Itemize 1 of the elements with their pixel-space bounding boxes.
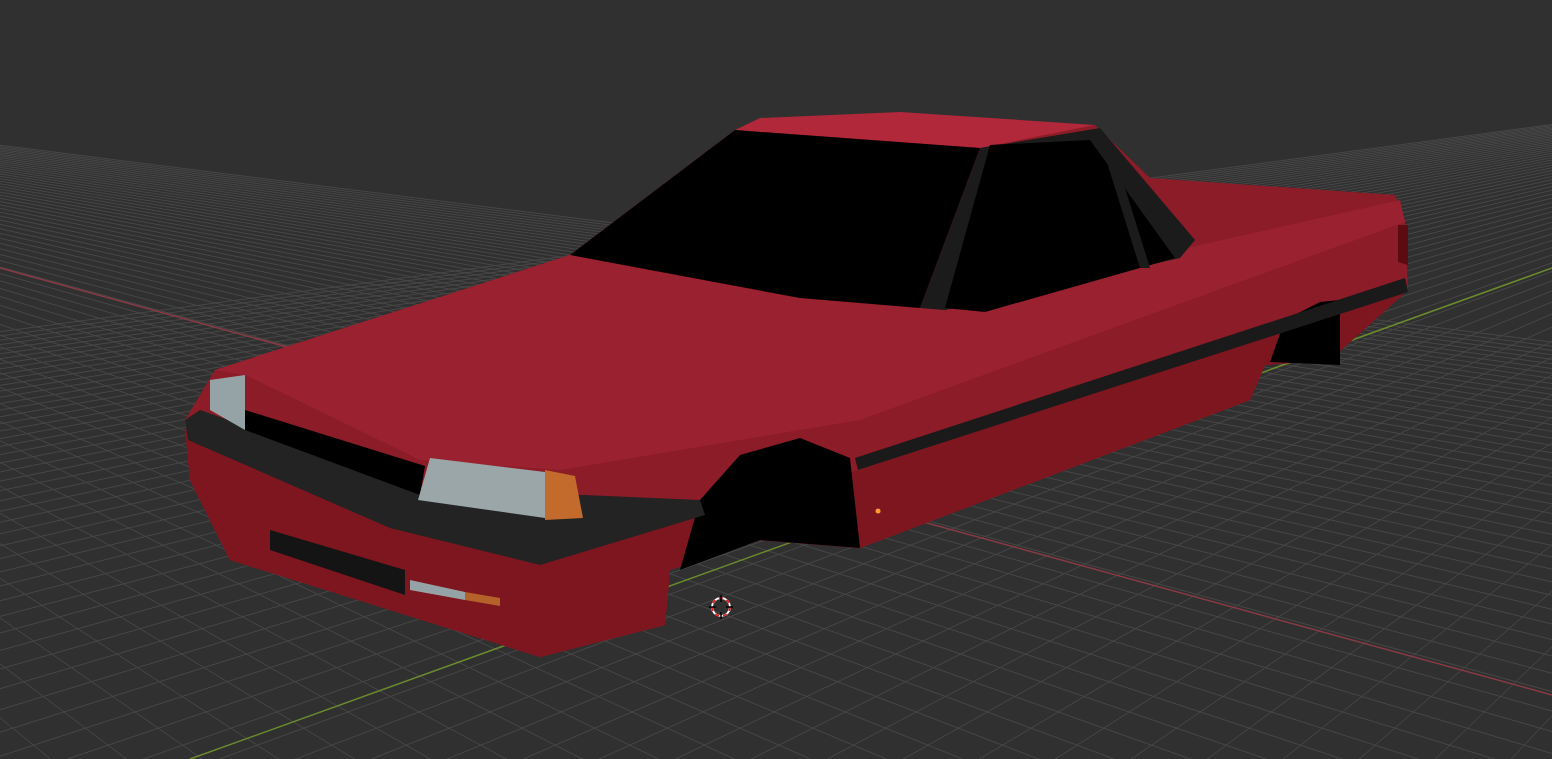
- cursor-icon[interactable]: [708, 594, 734, 620]
